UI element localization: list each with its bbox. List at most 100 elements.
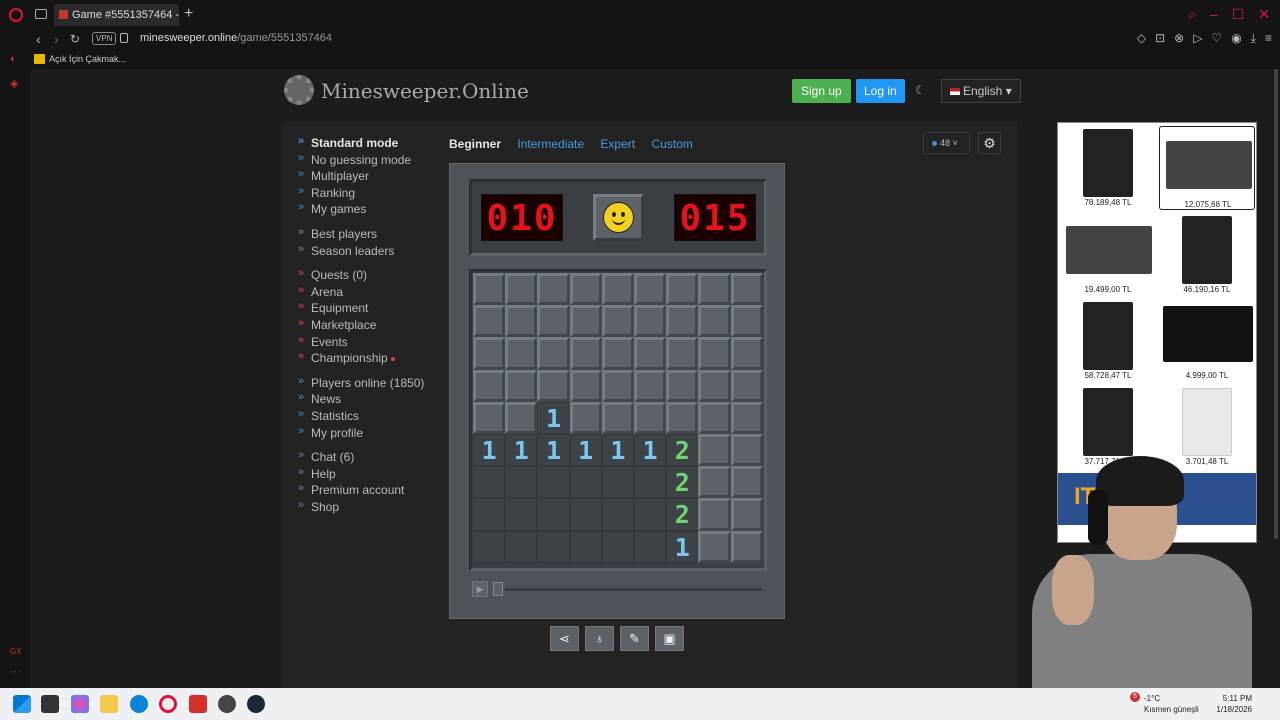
- ad-item[interactable]: 58.728,47 TL: [1060, 298, 1156, 382]
- open-cell[interactable]: [601, 498, 634, 531]
- search-icon[interactable]: ⌕: [1188, 6, 1196, 23]
- download-icon[interactable]: ⤓: [1251, 31, 1256, 46]
- closed-cell[interactable]: [473, 401, 506, 434]
- gx-icon[interactable]: GX: [10, 647, 22, 656]
- menu-multiplayer[interactable]: Multiplayer: [298, 168, 448, 186]
- closed-cell[interactable]: [601, 273, 634, 306]
- closed-cell[interactable]: [505, 401, 538, 434]
- browser-tab-active[interactable]: Game #5551357464 - Min: [54, 4, 179, 26]
- vpn-badge[interactable]: VPN: [92, 32, 117, 45]
- menu-arena[interactable]: Arena: [298, 284, 448, 302]
- menu-my-games[interactable]: My games: [298, 201, 448, 219]
- closed-cell[interactable]: [505, 337, 538, 370]
- closed-cell[interactable]: [633, 337, 667, 370]
- gear-icon[interactable]: ⚙: [978, 132, 1001, 154]
- weather-icon[interactable]: 5: [1124, 692, 1144, 712]
- menu-news[interactable]: News: [298, 391, 448, 409]
- tab-expert[interactable]: Expert: [600, 137, 635, 151]
- closed-cell[interactable]: [633, 305, 667, 338]
- closed-cell[interactable]: [473, 273, 506, 306]
- ad-item[interactable]: 12.075,68 TL: [1159, 126, 1255, 210]
- menu-best-players[interactable]: Best players: [298, 226, 448, 244]
- opera-taskbar-icon[interactable]: [159, 695, 177, 713]
- closed-cell[interactable]: [730, 530, 763, 563]
- edit-icon[interactable]: ✎: [620, 626, 649, 651]
- closed-cell[interactable]: [505, 305, 538, 338]
- closed-cell[interactable]: [666, 273, 699, 306]
- maximize-icon[interactable]: ☐: [1232, 6, 1245, 23]
- ad-item[interactable]: 4.999,00 TL: [1159, 298, 1255, 382]
- open-cell[interactable]: 1: [666, 530, 699, 563]
- open-cell[interactable]: [569, 466, 602, 499]
- closed-cell[interactable]: [730, 433, 763, 467]
- dark-mode-icon[interactable]: ☾: [915, 83, 926, 97]
- open-cell[interactable]: [505, 498, 538, 531]
- tab-custom[interactable]: Custom: [651, 137, 692, 151]
- log-in-button[interactable]: Log in: [856, 79, 905, 103]
- menu-no-guessing-mode[interactable]: No guessing mode: [298, 152, 448, 170]
- closed-cell[interactable]: [666, 305, 699, 338]
- open-cell[interactable]: 1: [633, 433, 667, 467]
- open-cell[interactable]: [537, 498, 570, 531]
- closed-cell[interactable]: [633, 273, 667, 306]
- closed-cell[interactable]: [730, 401, 763, 434]
- closed-cell[interactable]: [601, 305, 634, 338]
- bookmark-icon[interactable]: ◇: [1137, 31, 1146, 46]
- menu-players-online[interactable]: Players online (1850): [298, 375, 448, 393]
- closed-cell[interactable]: [569, 337, 602, 370]
- closed-cell[interactable]: [537, 337, 570, 370]
- tab-beginner[interactable]: Beginner: [449, 137, 501, 151]
- closed-cell[interactable]: [473, 369, 506, 402]
- scrollbar-thumb[interactable]: [1274, 69, 1278, 539]
- menu-marketplace[interactable]: Marketplace: [298, 317, 448, 335]
- closed-cell[interactable]: [698, 273, 731, 306]
- closed-cell[interactable]: [730, 498, 763, 531]
- menu-events[interactable]: Events: [298, 334, 448, 352]
- language-select[interactable]: English ▾: [941, 79, 1021, 103]
- menu-season-leaders[interactable]: Season leaders: [298, 243, 448, 261]
- closed-cell[interactable]: [730, 337, 763, 370]
- ad-item[interactable]: 78.189,48 TL: [1060, 125, 1156, 209]
- closed-cell[interactable]: [698, 369, 731, 402]
- closed-cell[interactable]: [666, 401, 699, 434]
- screenshot-icon[interactable]: ▣: [655, 626, 684, 651]
- open-cell[interactable]: [505, 530, 538, 563]
- closed-cell[interactable]: [601, 337, 634, 370]
- close-icon[interactable]: ✕: [1258, 6, 1270, 23]
- menu-help[interactable]: Help: [298, 466, 448, 484]
- closed-cell[interactable]: [569, 305, 602, 338]
- open-cell[interactable]: [473, 530, 506, 563]
- minimize-icon[interactable]: –: [1210, 6, 1218, 23]
- closed-cell[interactable]: [698, 530, 731, 563]
- closed-cell[interactable]: [473, 337, 506, 370]
- open-cell[interactable]: [601, 466, 634, 499]
- open-cell[interactable]: 1: [537, 433, 570, 467]
- closed-cell[interactable]: [666, 369, 699, 402]
- bookmark-item[interactable]: Açık İçin Çakmak...: [49, 54, 126, 64]
- closed-cell[interactable]: [698, 401, 731, 434]
- heart-icon[interactable]: ♡: [1211, 31, 1222, 46]
- closed-cell[interactable]: [730, 305, 763, 338]
- system-clock[interactable]: 5:11 PM 1/18/2026: [1216, 693, 1252, 715]
- snapshot-icon[interactable]: ⊡: [1155, 31, 1165, 46]
- menu-chat[interactable]: Chat (6): [298, 449, 448, 467]
- lock-icon[interactable]: [120, 33, 128, 43]
- open-cell[interactable]: 1: [601, 433, 634, 467]
- back-icon[interactable]: ‹: [36, 31, 41, 47]
- open-cell[interactable]: [601, 530, 634, 563]
- ad-item[interactable]: 46.190,16 TL: [1159, 212, 1255, 296]
- replay-slider-track[interactable]: [505, 588, 762, 591]
- share-icon[interactable]: ⋖: [550, 626, 579, 651]
- closed-cell[interactable]: [698, 498, 731, 531]
- closed-cell[interactable]: [730, 466, 763, 499]
- windows-start-icon[interactable]: [13, 695, 31, 713]
- menu-equipment[interactable]: Equipment: [298, 300, 448, 318]
- open-cell[interactable]: 1: [473, 433, 506, 467]
- open-cell[interactable]: 1: [505, 433, 538, 467]
- menu-shop[interactable]: Shop: [298, 499, 448, 517]
- open-cell[interactable]: [569, 498, 602, 531]
- closed-cell[interactable]: [537, 369, 570, 402]
- closed-cell[interactable]: [601, 401, 634, 434]
- closed-cell[interactable]: [633, 401, 667, 434]
- edge-icon[interactable]: [130, 695, 148, 713]
